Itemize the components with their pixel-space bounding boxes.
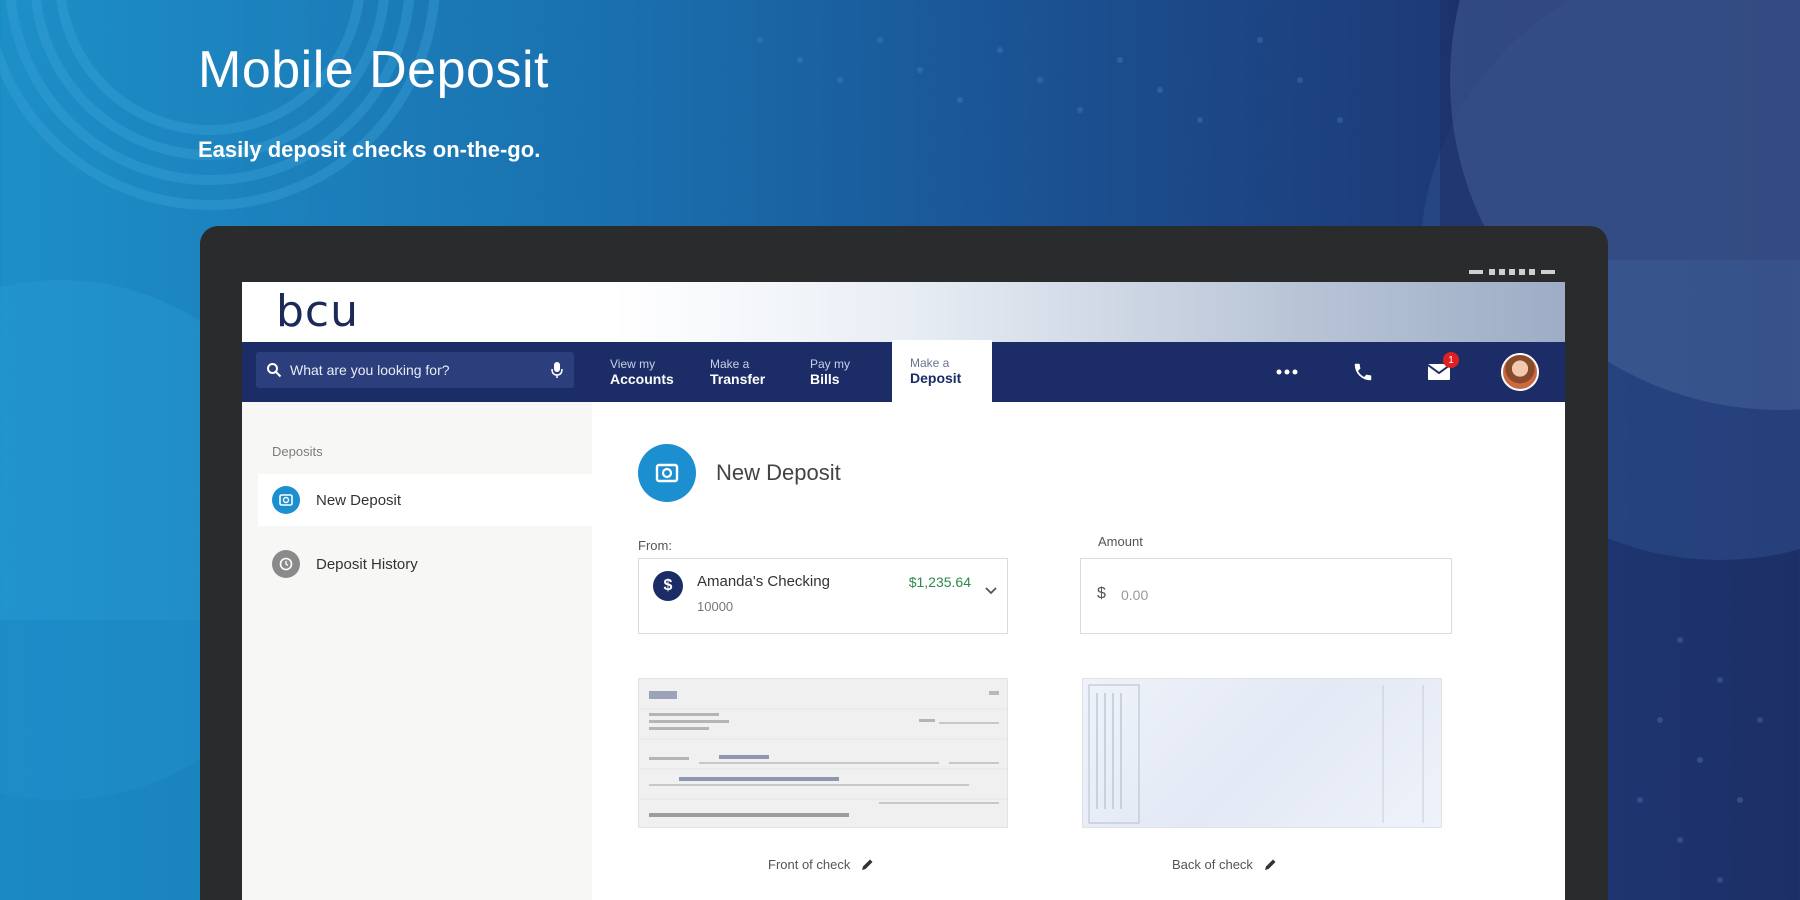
status-icons	[1469, 269, 1555, 275]
tab-bills-line1: Pay my	[810, 357, 851, 371]
brand-bar: bcu	[242, 282, 1565, 342]
account-name: Amanda's Checking	[697, 573, 830, 590]
amount-label: Amount	[1098, 534, 1143, 549]
back-caption[interactable]: Back of check	[1172, 857, 1277, 872]
deposit-camera-icon	[638, 444, 696, 502]
bcu-logo[interactable]: bcu	[276, 290, 359, 334]
sidebar-item-deposit-history[interactable]: Deposit History	[258, 538, 592, 590]
amount-placeholder: 0.00	[1121, 587, 1149, 603]
mail-badge: 1	[1443, 352, 1459, 368]
app-screen: bcu What are you looking for? View my Ac…	[242, 262, 1565, 900]
hero-subtitle: Easily deposit checks on-the-go.	[198, 137, 541, 162]
pencil-icon	[1264, 859, 1276, 870]
hero-title: Mobile Deposit	[198, 41, 549, 99]
chevron-down-icon	[985, 587, 997, 595]
currency-symbol: $	[1097, 585, 1106, 602]
pencil-icon	[862, 859, 873, 870]
avatar[interactable]	[1501, 353, 1539, 391]
nav-actions: 1	[1273, 342, 1565, 402]
sidebar: Deposits New Deposit Deposit History	[242, 402, 592, 900]
tab-deposit[interactable]: Make a Deposit	[892, 340, 992, 402]
microphone-icon[interactable]	[550, 361, 564, 379]
tab-bills[interactable]: Pay my Bills	[792, 342, 892, 402]
account-balance: $1,235.64	[908, 574, 971, 590]
sidebar-item-label: New Deposit	[316, 491, 402, 509]
tab-accounts-line2: Accounts	[610, 371, 674, 387]
sidebar-heading: Deposits	[272, 444, 323, 459]
account-select[interactable]: $ Amanda's Checking 10000 $1,235.64	[638, 558, 1008, 634]
from-label: From:	[638, 538, 672, 553]
back-caption-text: Back of check	[1172, 857, 1253, 872]
top-navigation: What are you looking for? View my Accoun…	[242, 340, 1565, 402]
check-back-image[interactable]	[1082, 678, 1442, 828]
tab-accounts-line1: View my	[610, 357, 656, 371]
check-back-illustration	[1088, 684, 1424, 824]
front-caption[interactable]: Front of check	[768, 857, 874, 872]
sidebar-item-label: Deposit History	[316, 555, 418, 573]
tab-deposit-line2: Deposit	[910, 370, 962, 386]
check-front-image[interactable]	[638, 678, 1008, 828]
search-icon	[267, 363, 282, 378]
tab-bills-line2: Bills	[810, 371, 840, 387]
tab-transfer[interactable]: Make a Transfer	[692, 342, 792, 402]
search-placeholder: What are you looking for?	[290, 362, 450, 378]
phone-icon[interactable]	[1349, 358, 1377, 386]
tab-transfer-line1: Make a	[710, 357, 750, 371]
front-caption-text: Front of check	[768, 857, 851, 872]
tab-deposit-line1: Make a	[910, 356, 950, 370]
page-title: New Deposit	[716, 460, 841, 485]
sidebar-item-new-deposit[interactable]: New Deposit	[258, 474, 592, 526]
check-front-illustration	[639, 679, 1007, 827]
status-bar	[242, 262, 1565, 282]
tab-accounts[interactable]: View my Accounts	[592, 342, 692, 402]
more-icon[interactable]	[1273, 358, 1301, 386]
dollar-icon: $	[653, 571, 683, 601]
account-number: 10000	[697, 599, 734, 614]
amount-input[interactable]: $ 0.00	[1080, 558, 1452, 634]
mail-icon[interactable]: 1	[1425, 352, 1459, 386]
search-input[interactable]: What are you looking for?	[256, 352, 574, 388]
tablet-device: bcu What are you looking for? View my Ac…	[200, 226, 1608, 900]
tab-transfer-line2: Transfer	[710, 371, 766, 387]
camera-icon	[272, 486, 300, 514]
main-content: New Deposit From: $ Amanda's Checking 10…	[592, 402, 1565, 900]
history-icon	[272, 550, 300, 578]
